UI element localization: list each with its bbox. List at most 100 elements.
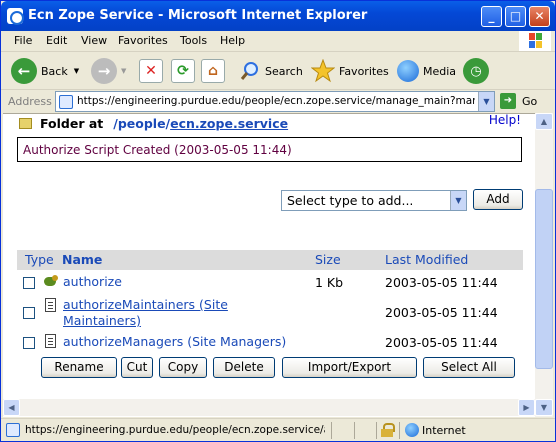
go-label: Go (522, 94, 538, 108)
favorites-label: Favorites (339, 64, 389, 78)
help-link[interactable]: Help! (489, 114, 521, 127)
page-content: Folder at /people/ ecn.zope.service Help… (3, 113, 535, 417)
search-label: Search (265, 64, 303, 78)
header-modified[interactable]: Last Modified (385, 252, 468, 267)
item-size: 1 Kb (315, 275, 344, 290)
go-arrow-icon: ➜ (500, 93, 516, 109)
row-checkbox[interactable] (23, 307, 35, 319)
row-checkbox[interactable] (23, 277, 35, 289)
globe-icon (405, 423, 419, 437)
page-icon (6, 423, 20, 437)
scrollbar-thumb[interactable] (535, 189, 553, 369)
path-link-service[interactable]: ecn.zope.service (170, 116, 288, 131)
search-button[interactable]: Search (239, 55, 303, 87)
table-row: authorize 1 Kb 2003-05-05 11:44 (17, 272, 523, 294)
home-icon: ⌂ (201, 59, 225, 83)
header-type[interactable]: Type (25, 252, 54, 267)
status-divider (354, 422, 355, 439)
folder-label: Folder at (40, 115, 104, 131)
media-button[interactable]: Media (397, 55, 456, 87)
item-modified: 2003-05-05 11:44 (385, 275, 498, 290)
stop-button[interactable]: ✕ (139, 55, 163, 87)
home-button[interactable]: ⌂ (201, 55, 225, 87)
header-name[interactable]: Name (62, 252, 102, 267)
document-icon[interactable] (45, 334, 56, 348)
forward-dropdown-icon[interactable]: ▼ (121, 67, 126, 75)
python-script-icon[interactable] (44, 275, 59, 289)
title-bar[interactable]: Ecn Zope Service - Microsoft Internet Ex… (1, 1, 555, 31)
forward-arrow-icon: → (91, 58, 117, 84)
history-icon: ◷ (463, 58, 489, 84)
menu-favorites[interactable]: Favorites (118, 34, 168, 47)
import-export-button[interactable]: Import/Export (282, 357, 417, 378)
window-title: Ecn Zope Service - Microsoft Internet Ex… (28, 8, 368, 23)
rename-button[interactable]: Rename (41, 357, 117, 378)
folder-icon (19, 117, 32, 129)
table-header: Type Name Size Last Modified (17, 250, 523, 270)
header-size[interactable]: Size (315, 252, 341, 267)
table-row: authorizeManagers (Site Managers) 2003-0… (17, 332, 523, 354)
cut-button[interactable]: Cut (121, 357, 153, 378)
item-link-line2[interactable]: Maintainers) (63, 313, 141, 328)
menu-view[interactable]: View (81, 34, 107, 47)
history-button[interactable]: ◷ (463, 55, 489, 87)
item-link[interactable]: authorizeMaintainers (Site (63, 297, 228, 312)
status-divider (376, 422, 377, 439)
back-dropdown-icon[interactable]: ▼ (74, 67, 79, 75)
add-button[interactable]: Add (473, 189, 523, 210)
security-zone: Internet (422, 424, 466, 437)
refresh-icon: ⟳ (171, 59, 195, 83)
row-checkbox[interactable] (23, 337, 35, 349)
add-type-value: Select type to add... (287, 193, 414, 208)
media-label: Media (423, 64, 457, 78)
forward-button[interactable]: → ▼ (91, 55, 126, 87)
document-icon[interactable] (45, 298, 56, 312)
minimize-button[interactable]: _ (481, 6, 502, 27)
favorites-button[interactable]: Favorites (311, 55, 389, 87)
status-bar: https://engineering.purdue.edu/people/ec… (1, 418, 555, 441)
menu-file[interactable]: File (14, 34, 32, 47)
back-label: Back (41, 64, 68, 78)
back-arrow-icon: ← (11, 58, 37, 84)
status-url: https://engineering.purdue.edu/people/ec… (25, 424, 325, 436)
address-dropdown-icon[interactable]: ▼ (478, 92, 494, 111)
scroll-left-icon[interactable]: ◀ (3, 399, 20, 416)
refresh-button[interactable]: ⟳ (171, 55, 195, 87)
table-row: authorizeMaintainers (Site Maintainers) … (17, 296, 523, 330)
item-link[interactable]: authorize (63, 274, 122, 289)
close-button[interactable]: ✕ (529, 6, 550, 27)
folder-header: Folder at /people/ ecn.zope.service (19, 114, 288, 132)
menu-bar: File Edit View Favorites Tools Help (1, 31, 555, 52)
scroll-up-icon[interactable]: ▲ (535, 113, 553, 130)
item-link[interactable]: authorizeManagers (Site Managers) (63, 334, 286, 349)
address-input[interactable]: https://engineering.purdue.edu/people/ec… (55, 91, 495, 112)
scroll-down-icon[interactable]: ▼ (535, 399, 553, 416)
select-all-button[interactable]: Select All (423, 357, 515, 378)
status-divider (399, 422, 400, 439)
menu-edit[interactable]: Edit (46, 34, 67, 47)
go-button[interactable]: ➜ Go (500, 93, 537, 109)
item-modified: 2003-05-05 11:44 (385, 335, 498, 350)
scroll-right-icon[interactable]: ▶ (518, 399, 535, 416)
menu-tools[interactable]: Tools (180, 34, 207, 47)
browser-window: Ecn Zope Service - Microsoft Internet Ex… (0, 0, 556, 442)
copy-button[interactable]: Copy (159, 357, 207, 378)
search-icon (240, 62, 258, 80)
delete-button[interactable]: Delete (213, 357, 275, 378)
toolbar: ← Back ▼ → ▼ ✕ ⟳ ⌂ Search Favorites Medi… (1, 52, 555, 90)
menu-help[interactable]: Help (220, 34, 245, 47)
windows-logo-icon (519, 31, 551, 51)
back-button[interactable]: ← Back ▼ (11, 55, 79, 87)
horizontal-scrollbar[interactable]: ◀ ▶ (3, 399, 535, 416)
chevron-down-icon[interactable]: ▼ (450, 191, 466, 210)
path-link-people[interactable]: /people/ (113, 116, 170, 131)
address-url[interactable]: https://engineering.purdue.edu/people/ec… (77, 95, 475, 107)
ie-icon (7, 8, 24, 25)
add-type-select[interactable]: Select type to add... ▼ (281, 190, 467, 211)
vertical-scrollbar[interactable]: ▲ ▼ (535, 113, 553, 417)
media-icon (397, 60, 419, 82)
maximize-button[interactable]: □ (505, 6, 526, 27)
address-bar: Address https://engineering.purdue.edu/p… (1, 90, 555, 113)
status-divider (331, 422, 332, 439)
address-label: Address (8, 95, 52, 108)
